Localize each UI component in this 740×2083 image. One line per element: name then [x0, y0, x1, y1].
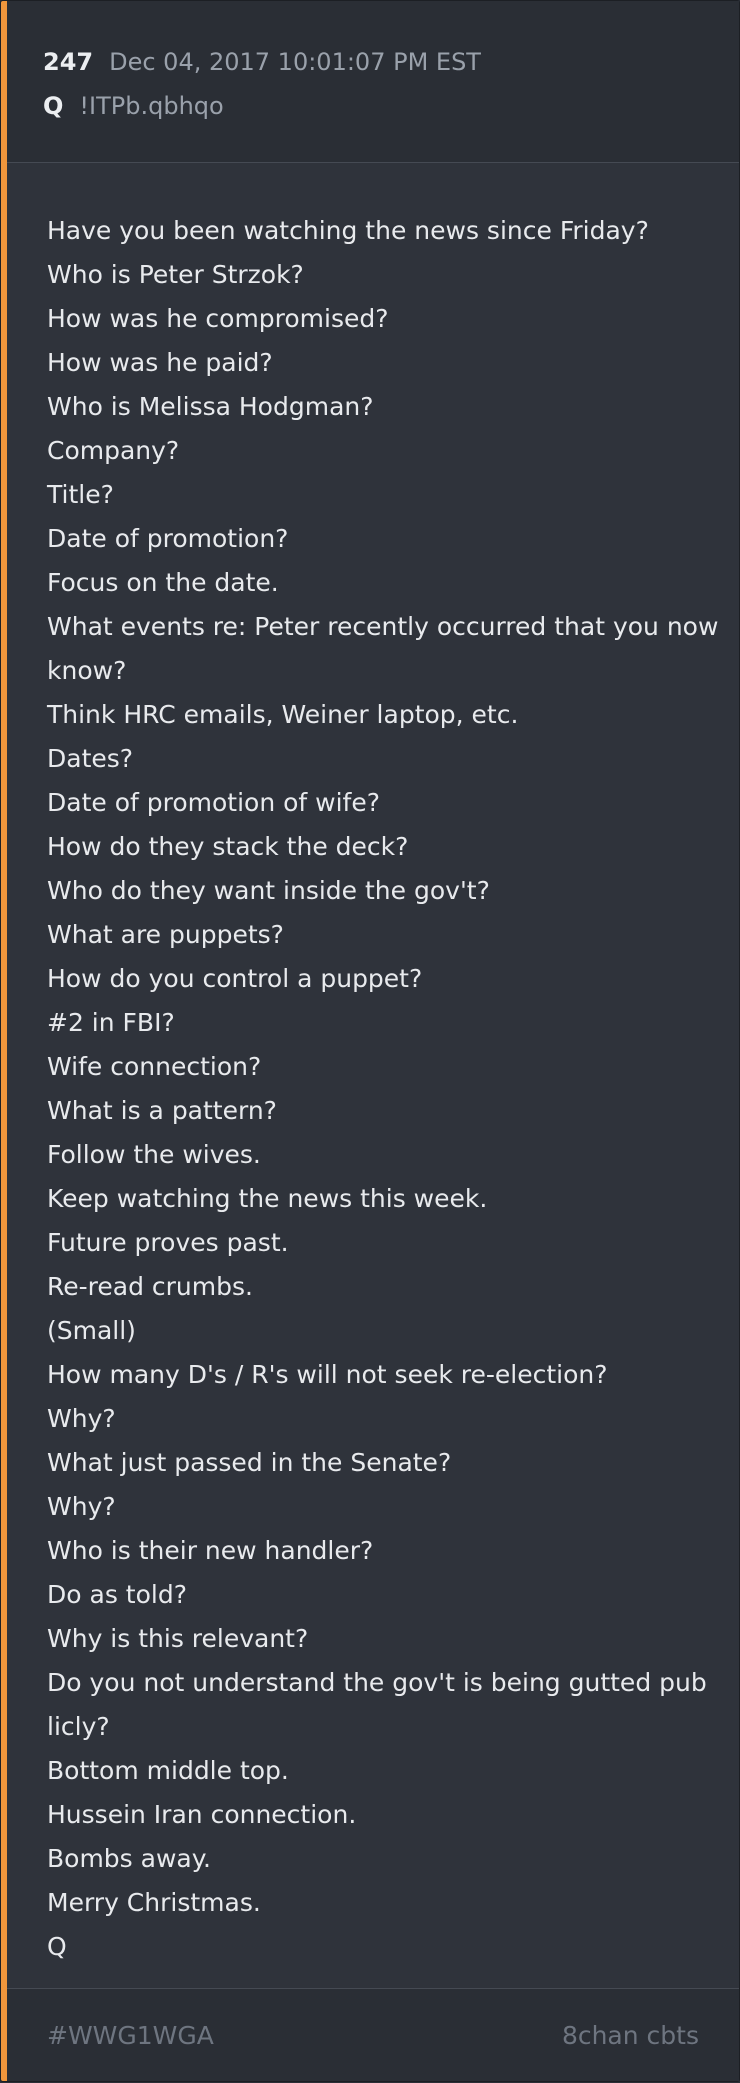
post-line: Bombs away.	[47, 1844, 211, 1873]
post-line: Wife connection?	[47, 1052, 262, 1081]
post-line: Title?	[47, 480, 114, 509]
post-meta-row: 247 Dec 04, 2017 10:01:07 PM EST	[43, 45, 739, 79]
hashtag-label: #WWG1WGA	[47, 2020, 214, 2050]
post-line: Date of promotion of wife?	[47, 788, 381, 817]
post-line: Who is their new handler?	[47, 1536, 374, 1565]
post-line: Company?	[47, 436, 180, 465]
post-line: Why?	[47, 1492, 116, 1521]
post-body: Have you been watching the news since Fr…	[7, 163, 739, 1988]
post-line: Do as told?	[47, 1580, 187, 1609]
post-footer: #WWG1WGA 8chan cbts	[7, 1988, 739, 2081]
post-line: Have you been watching the news since Fr…	[47, 216, 649, 245]
post-line: Who is Peter Strzok?	[47, 260, 304, 289]
post-line: Think HRC emails, Weiner laptop, etc.	[47, 700, 519, 729]
post-line: How was he paid?	[47, 348, 273, 377]
post-line: Do you not understand the gov't is being…	[47, 1668, 707, 1697]
post-line: How do they stack the deck?	[47, 832, 409, 861]
post-line: Dates?	[47, 744, 134, 773]
post-line: (Small)	[47, 1316, 136, 1345]
post-line: Merry Christmas.	[47, 1888, 261, 1917]
source-label: 8chan cbts	[561, 2020, 699, 2050]
post-line: What is a pattern?	[47, 1096, 277, 1125]
post-card: 247 Dec 04, 2017 10:01:07 PM EST Q !ITPb…	[1, 1, 739, 2081]
post-line: know?	[47, 656, 127, 685]
post-line: Who do they want inside the gov't?	[47, 876, 490, 905]
post-line: Follow the wives.	[47, 1140, 261, 1169]
post-line: How many D's / R's will not seek re-elec…	[47, 1360, 608, 1389]
post-line: licly?	[47, 1712, 110, 1741]
post-line: Who is Melissa Hodgman?	[47, 392, 374, 421]
post-line: What are puppets?	[47, 920, 284, 949]
post-line: Re-read crumbs.	[47, 1272, 253, 1301]
post-timestamp: Dec 04, 2017 10:01:07 PM EST	[109, 48, 481, 76]
post-line: What events re: Peter recently occurred …	[47, 612, 719, 641]
author-name: Q	[43, 92, 64, 120]
post-line: Why?	[47, 1404, 116, 1433]
post-line: #2 in FBI?	[47, 1008, 175, 1037]
post-line: How do you control a puppet?	[47, 964, 423, 993]
post-line: Hussein Iran connection.	[47, 1800, 357, 1829]
post-line: Keep watching the news this week.	[47, 1184, 488, 1213]
post-line: What just passed in the Senate?	[47, 1448, 452, 1477]
post-line: Focus on the date.	[47, 568, 279, 597]
post-line: Future proves past.	[47, 1228, 289, 1257]
post-line: How was he compromised?	[47, 304, 389, 333]
author-tripcode: !ITPb.qbhqo	[79, 92, 224, 120]
post-line: Why is this relevant?	[47, 1624, 309, 1653]
post-header: 247 Dec 04, 2017 10:01:07 PM EST Q !ITPb…	[7, 1, 739, 163]
post-line: Date of promotion?	[47, 524, 289, 553]
author-row: Q !ITPb.qbhqo	[43, 89, 739, 123]
post-number[interactable]: 247	[43, 45, 93, 79]
post-line: Bottom middle top.	[47, 1756, 289, 1785]
post-line: Q	[47, 1932, 67, 1961]
